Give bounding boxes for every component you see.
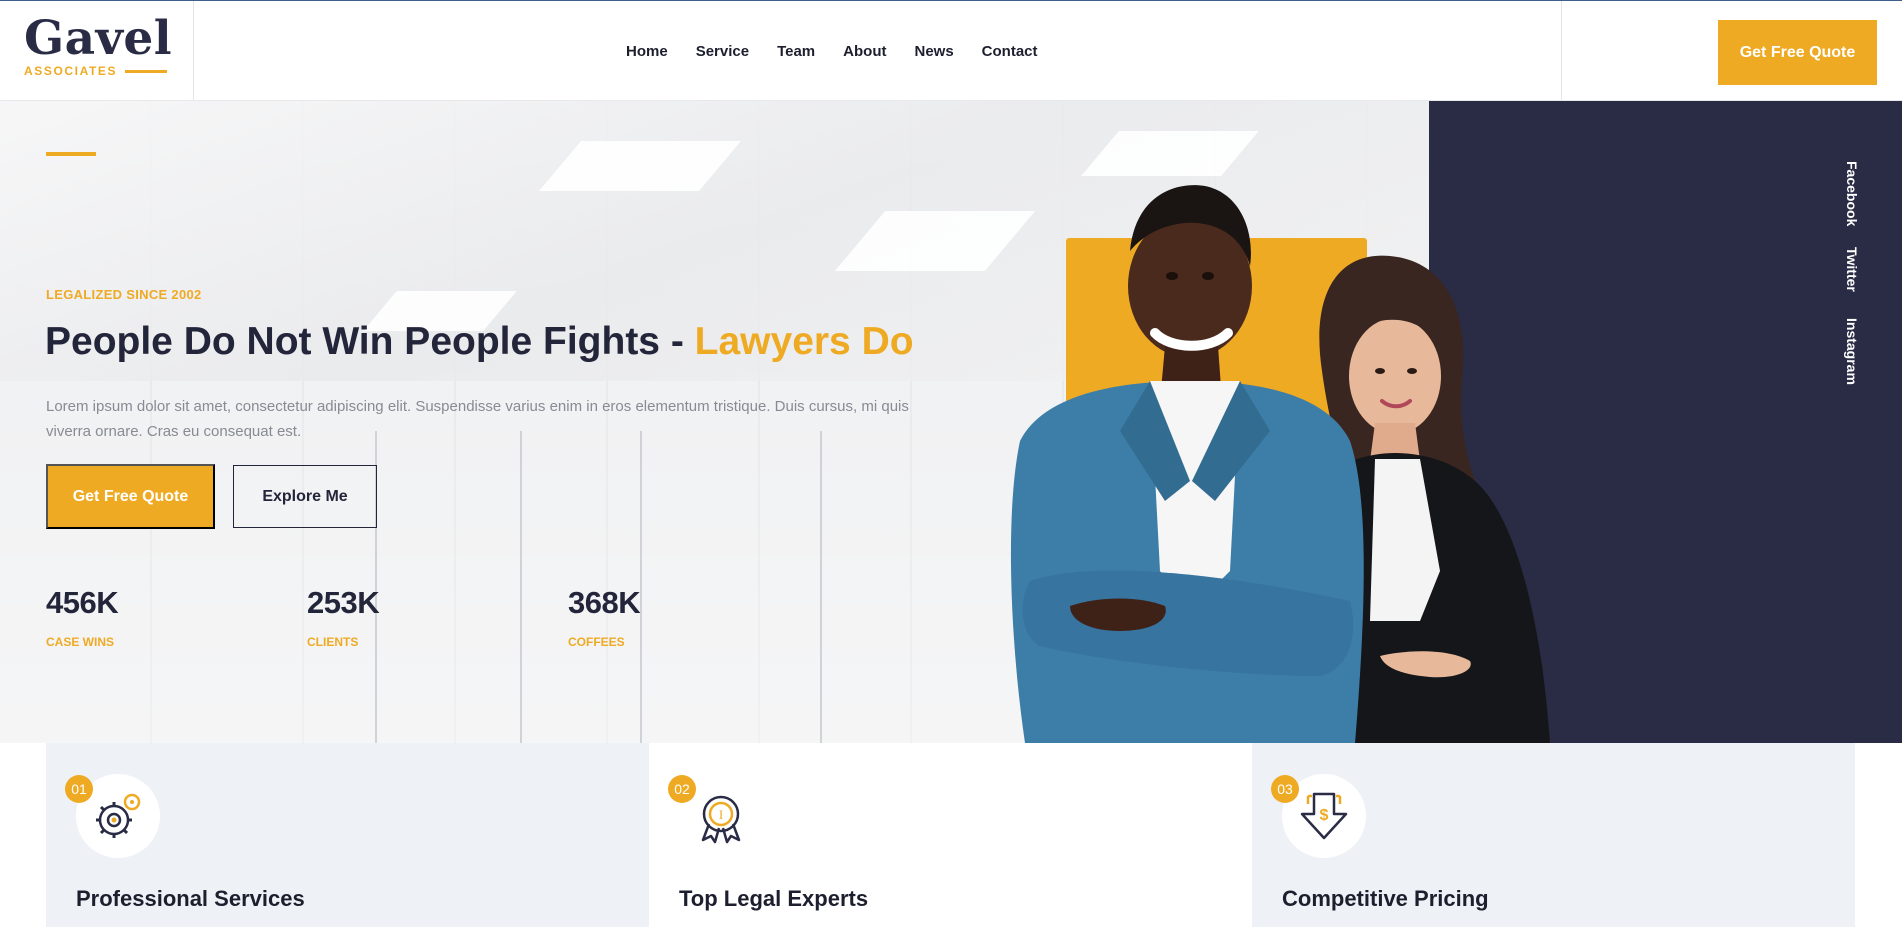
site-header: Gavel ASSOCIATES Home Service Team About… [0, 0, 1902, 102]
stat-label: COFFEES [568, 635, 625, 649]
glass-partition [520, 431, 522, 743]
header-divider [193, 1, 194, 102]
feature-card[interactable]: I 02 Top Legal Experts [649, 743, 1252, 927]
hero-kicker: LEGALIZED SINCE 2002 [46, 287, 202, 302]
feature-card[interactable]: $ 03 Competitive Pricing [1252, 743, 1855, 927]
stat-value: 368K [568, 585, 641, 620]
logo-underline [125, 69, 168, 73]
feature-title: Professional Services [76, 886, 305, 911]
explore-button[interactable]: Explore Me [233, 465, 377, 528]
man-figure [1010, 185, 1364, 743]
social-links: Facebook Twitter Instagram [1842, 161, 1872, 421]
get-quote-button[interactable]: Get Free Quote [46, 464, 215, 529]
stat-value: 456K [46, 585, 119, 620]
headline-main: People Do Not Win People Fights - [45, 320, 695, 363]
logo[interactable]: Gavel ASSOCIATES [24, 15, 194, 85]
feature-title: Top Legal Experts [679, 886, 869, 911]
accent-bar [46, 152, 96, 156]
lawyers-photo [950, 101, 1610, 743]
lawyers-illustration [1010, 185, 1550, 743]
price-down-arrow-icon: $ [1300, 792, 1348, 840]
logo-subline: ASSOCIATES [24, 64, 194, 78]
stat-coffees: 368K COFFEES [568, 585, 641, 649]
nav-service[interactable]: Service [696, 43, 749, 60]
stat-label: CASE WINS [46, 635, 115, 649]
feature-number-badge: 01 [65, 775, 93, 803]
social-facebook[interactable]: Facebook [1844, 161, 1860, 226]
svg-text:I: I [719, 807, 723, 822]
stat-clients: 253K CLIENTS [307, 585, 380, 649]
nav-news[interactable]: News [914, 43, 953, 60]
hero-description: Lorem ipsum dolor sit amet, consectetur … [46, 398, 909, 440]
header-divider [1561, 1, 1562, 102]
award-medal-icon: I [701, 795, 741, 844]
main-nav: Home Service Team About News Contact [626, 43, 1066, 60]
nav-home[interactable]: Home [626, 43, 668, 60]
glass-partition [640, 431, 642, 743]
feature-card[interactable]: 01 Professional Services [46, 743, 649, 927]
hero-headline: People Do Not Win People Fights - Lawyer… [45, 320, 914, 364]
header-quote-button[interactable]: Get Free Quote [1718, 20, 1877, 85]
nav-contact[interactable]: Contact [982, 43, 1038, 60]
glass-partition [820, 431, 822, 743]
feature-number-badge: 02 [668, 775, 696, 803]
logo-wordmark: Gavel [24, 11, 173, 66]
svg-text:$: $ [1320, 807, 1329, 824]
features-section: 01 Professional Services I 02 Top Legal … [0, 743, 1902, 927]
nav-team[interactable]: Team [777, 43, 815, 60]
gear-cog-icon [96, 793, 141, 838]
stat-value: 253K [307, 585, 380, 620]
nav-about[interactable]: About [843, 43, 886, 60]
logo-tagline: ASSOCIATES [24, 64, 118, 78]
stat-label: CLIENTS [307, 635, 359, 649]
feature-number-badge: 03 [1271, 775, 1299, 803]
hero-section: LEGALIZED SINCE 2002 People Do Not Win P… [0, 101, 1902, 743]
headline-highlight: Lawyers Do [694, 320, 914, 363]
feature-title: Competitive Pricing [1282, 886, 1489, 911]
stat-case-wins: 456K CASE WINS [46, 585, 119, 649]
social-instagram[interactable]: Instagram [1844, 318, 1860, 385]
social-twitter[interactable]: Twitter [1844, 247, 1860, 292]
